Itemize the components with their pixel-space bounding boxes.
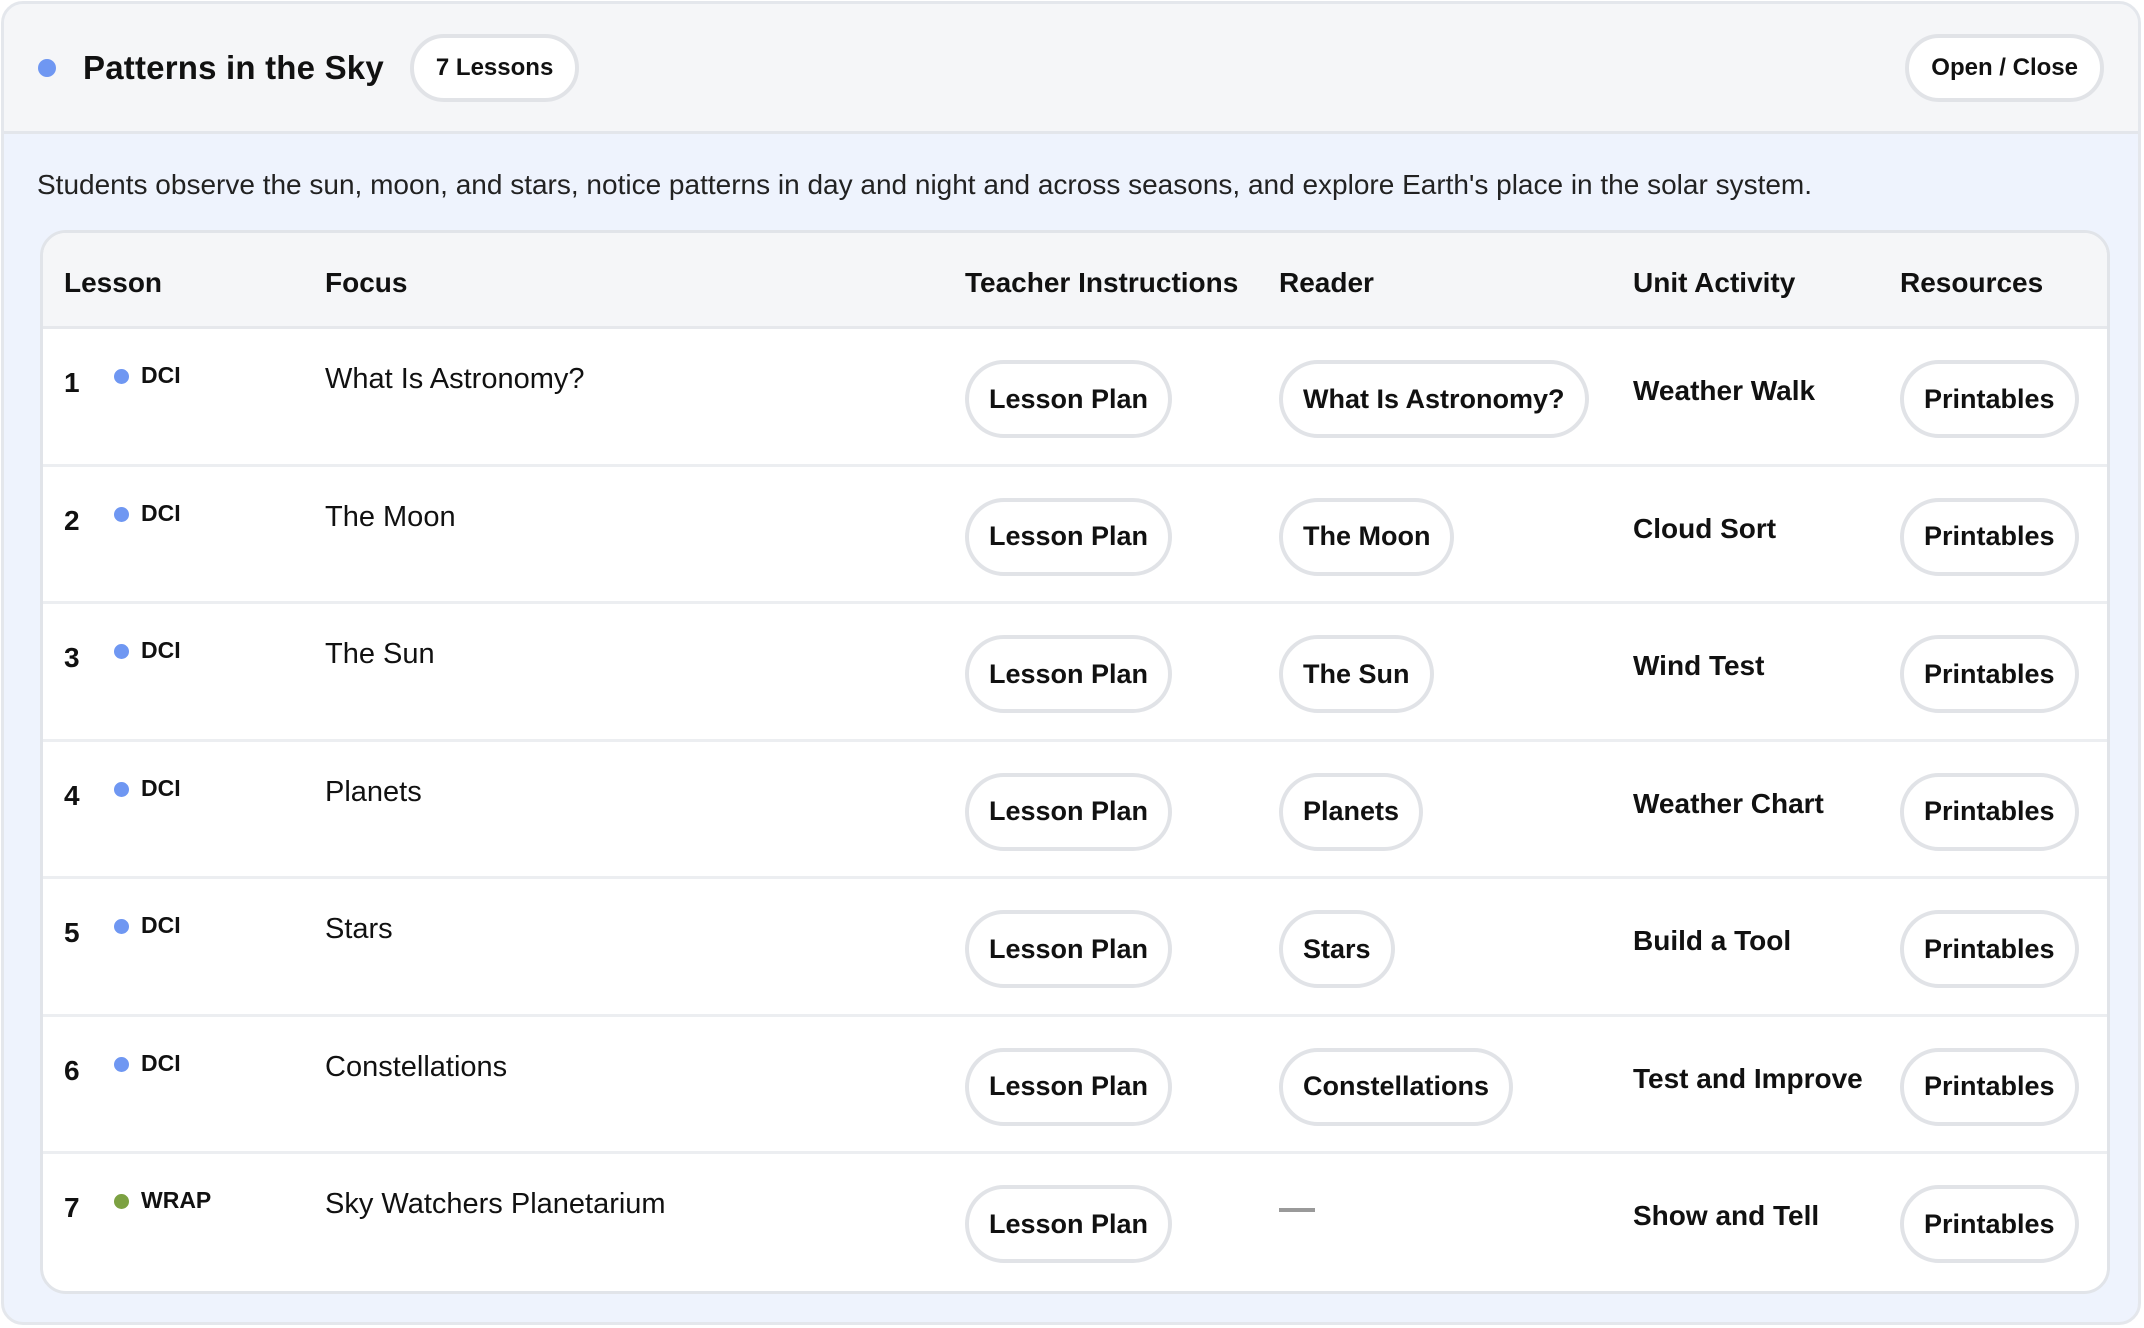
lesson-number: 2	[64, 504, 80, 536]
lesson-plan-button[interactable]: Lesson Plan	[965, 1047, 1173, 1126]
lesson-type-label: DCI	[141, 637, 181, 663]
reader-button[interactable]: What Is Astronomy?	[1279, 360, 1589, 438]
table-row: 7 WRAP Sky Watchers Planetarium Lesson Plan…	[43, 1154, 2107, 1291]
open-close-button[interactable]: Open / Close	[1905, 33, 2104, 102]
lesson-type-dot	[114, 506, 129, 522]
unit-header[interactable]: Patterns in the Sky 7 Lessons Open / Clo…	[4, 4, 2138, 134]
printables-button[interactable]: Printables	[1900, 360, 2079, 438]
unit-activity: Build a Tool	[1633, 925, 1792, 956]
table-row: 6 DCI Constellations Lesson Plan Constellati…	[43, 1017, 2107, 1154]
lesson-number: 6	[64, 1054, 80, 1086]
unit-activity: Test and Improve	[1633, 1062, 1863, 1094]
lesson-focus: Stars	[325, 913, 393, 945]
lesson-number: 1	[64, 367, 80, 398]
table-header: Lesson Focus Teacher Instructions Reader…	[43, 233, 2107, 329]
lesson-plan-button[interactable]: Lesson Plan	[965, 772, 1173, 851]
lesson-focus: Planets	[325, 775, 422, 808]
lesson-focus: The Sun	[325, 638, 435, 670]
header-reader: Reader	[1279, 267, 1374, 298]
table-body: 1 DCI What Is Astronomy? Lesson Plan What Is…	[43, 329, 2107, 1291]
lesson-type-dot	[114, 1056, 129, 1072]
lesson-count-badge: 7 Lessons	[409, 33, 580, 102]
lesson-number: 3	[64, 642, 80, 673]
lesson-type-dot	[114, 781, 129, 797]
lesson-plan-button[interactable]: Lesson Plan	[965, 910, 1173, 988]
lesson-type-label: DCI	[141, 1049, 181, 1076]
lesson-plan-button[interactable]: Lesson Plan	[965, 360, 1173, 438]
lesson-type-label: DCI	[141, 774, 181, 801]
table-row: 1 DCI What Is Astronomy? Lesson Plan What Is…	[43, 329, 2107, 467]
unit-activity: Weather Walk	[1633, 375, 1816, 406]
printables-button[interactable]: Printables	[1900, 910, 2079, 988]
table-row: 5 DCI Stars Lesson Plan Stars Build a Tool Pri…	[43, 879, 2107, 1017]
no-reader-dash	[1279, 1208, 1315, 1212]
unit-activity: Cloud Sort	[1633, 512, 1777, 544]
lesson-type-dot	[114, 369, 129, 384]
lesson-focus: Constellations	[325, 1050, 508, 1083]
lesson-number: 4	[64, 779, 80, 811]
header-lesson: Lesson	[64, 267, 163, 298]
unit-panel: Patterns in the Sky 7 Lessons Open / Clo…	[1, 1, 2141, 1325]
reader-button[interactable]: Stars	[1279, 910, 1395, 988]
reader-button[interactable]: Planets	[1279, 772, 1424, 851]
lesson-type-label: DCI	[141, 499, 181, 526]
lesson-plan-button[interactable]: Lesson Plan	[965, 497, 1173, 576]
unit-activity: Weather Chart	[1633, 787, 1824, 819]
header-focus: Focus	[325, 267, 408, 298]
header-unit-activity: Unit Activity	[1633, 267, 1796, 298]
lesson-type-dot	[114, 644, 129, 659]
lesson-type-dot	[114, 919, 129, 934]
lesson-plan-button[interactable]: Lesson Plan	[965, 1185, 1173, 1263]
printables-button[interactable]: Printables	[1900, 772, 2079, 851]
unit-activity: Wind Test	[1633, 650, 1765, 681]
lesson-plan-button[interactable]: Lesson Plan	[965, 635, 1173, 713]
lessons-table: Lesson Focus Teacher Instructions Reader…	[40, 230, 2110, 1294]
lesson-type-label: DCI	[141, 362, 181, 388]
header-teacher-instructions: Teacher Instructions	[965, 267, 1239, 298]
unit-description: Students observe the sun, moon, and star…	[37, 169, 1813, 200]
reader-button[interactable]: Constellations	[1279, 1047, 1514, 1126]
table-row: 3 DCI The Sun Lesson Plan The Sun Wind Test Pr…	[43, 604, 2107, 742]
printables-button[interactable]: Printables	[1900, 1185, 2079, 1263]
unit-activity: Show and Tell	[1633, 1200, 1820, 1231]
unit-status-dot	[38, 58, 56, 77]
lesson-type-label: WRAP	[141, 1187, 212, 1213]
printables-button[interactable]: Printables	[1900, 1047, 2079, 1126]
unit-title: Patterns in the Sky	[83, 48, 384, 86]
lesson-number: 7	[64, 1192, 80, 1223]
lesson-type-label: DCI	[141, 912, 181, 938]
lesson-focus: What Is Astronomy?	[325, 363, 585, 395]
printables-button[interactable]: Printables	[1900, 635, 2079, 713]
lesson-focus: Sky Watchers Planetarium	[325, 1188, 666, 1220]
table-row: 2 DCI The Moon Lesson Plan The Moon Cloud Sor…	[43, 467, 2107, 604]
reader-button[interactable]: The Sun	[1279, 635, 1434, 713]
printables-button[interactable]: Printables	[1900, 497, 2079, 576]
lesson-type-dot	[114, 1194, 129, 1209]
lesson-number: 5	[64, 917, 80, 948]
lesson-focus: The Moon	[325, 500, 456, 533]
header-resources: Resources	[1900, 267, 2044, 298]
reader-button[interactable]: The Moon	[1279, 497, 1455, 576]
table-row: 4 DCI Planets Lesson Plan Planets Weather Cha…	[43, 742, 2107, 879]
